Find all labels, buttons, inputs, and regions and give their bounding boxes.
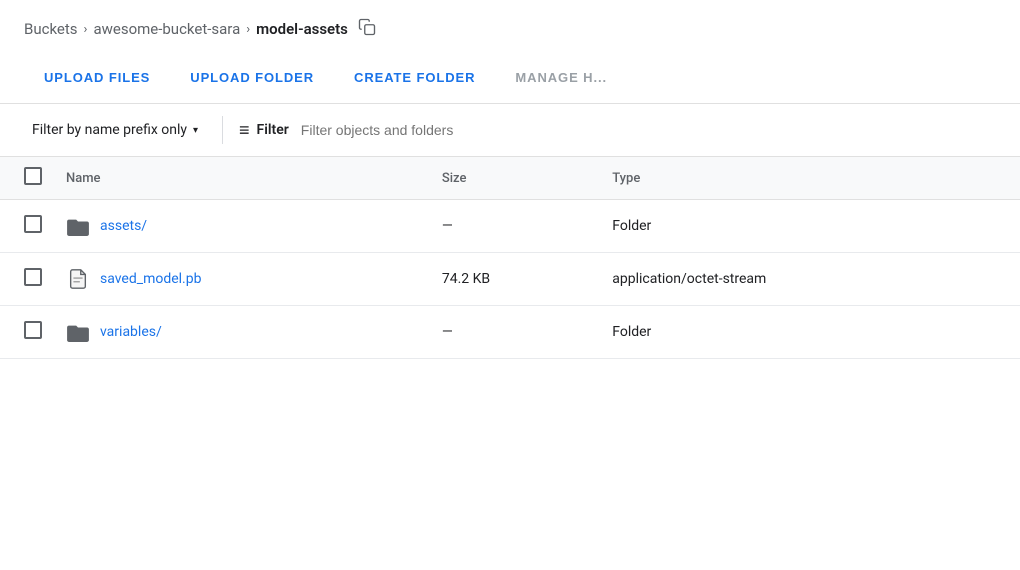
objects-table: Name Size Type assets/ —Folder saved_mode…: [0, 157, 1020, 359]
object-name-link[interactable]: assets/: [100, 218, 147, 234]
filter-dropdown[interactable]: Filter by name prefix only ▾: [24, 116, 206, 144]
upload-files-button[interactable]: UPLOAD FILES: [24, 54, 170, 104]
breadcrumb-current: model-assets: [256, 20, 348, 38]
manage-h-button[interactable]: MANAGE H...: [495, 54, 627, 104]
action-toolbar: UPLOAD FILES UPLOAD FOLDER CREATE FOLDER…: [0, 54, 1020, 104]
row-checkbox[interactable]: [24, 321, 42, 339]
breadcrumb-bucket-name[interactable]: awesome-bucket-sara: [93, 20, 240, 38]
type-cell: Folder: [600, 200, 1020, 253]
breadcrumb-buckets[interactable]: Buckets: [24, 20, 78, 38]
file-icon: [66, 267, 90, 291]
row-checkbox-cell: [0, 253, 54, 306]
folder-icon: [66, 214, 90, 238]
filter-lines-icon: ≡: [239, 120, 249, 141]
chevron-down-icon: ▾: [193, 125, 198, 136]
table-header-row: Name Size Type: [0, 157, 1020, 200]
folder-icon: [66, 320, 90, 344]
size-column-header: Size: [430, 157, 600, 200]
breadcrumb: Buckets › awesome-bucket-sara › model-as…: [0, 0, 1020, 54]
row-checkbox-cell: [0, 200, 54, 253]
row-checkbox-cell: [0, 306, 54, 359]
table-row: saved_model.pb 74.2 KBapplication/octet-s…: [0, 253, 1020, 306]
filter-input[interactable]: [301, 122, 996, 138]
breadcrumb-chevron-1: ›: [84, 22, 88, 37]
row-checkbox[interactable]: [24, 268, 42, 286]
name-cell: variables/: [54, 306, 430, 359]
filter-icon-label[interactable]: ≡ Filter: [239, 120, 289, 141]
copy-path-icon[interactable]: [358, 18, 376, 40]
type-cell: Folder: [600, 306, 1020, 359]
filter-bar: Filter by name prefix only ▾ ≡ Filter: [0, 104, 1020, 157]
row-checkbox[interactable]: [24, 215, 42, 233]
select-all-checkbox-header[interactable]: [0, 157, 54, 200]
size-cell: 74.2 KB: [430, 253, 600, 306]
size-cell: —: [430, 306, 600, 359]
name-cell: assets/: [54, 200, 430, 253]
breadcrumb-chevron-2: ›: [246, 22, 250, 37]
size-cell: —: [430, 200, 600, 253]
type-column-header: Type: [600, 157, 1020, 200]
filter-label: Filter: [257, 122, 289, 138]
object-name-link[interactable]: variables/: [100, 324, 162, 340]
name-cell: saved_model.pb: [54, 253, 430, 306]
object-name-link[interactable]: saved_model.pb: [100, 271, 201, 287]
select-all-checkbox[interactable]: [24, 167, 42, 185]
filter-divider: [222, 116, 223, 144]
table-row: assets/ —Folder: [0, 200, 1020, 253]
table-row: variables/ —Folder: [0, 306, 1020, 359]
name-column-header: Name: [54, 157, 430, 200]
filter-dropdown-label: Filter by name prefix only: [32, 122, 187, 138]
create-folder-button[interactable]: CREATE FOLDER: [334, 54, 495, 104]
type-cell: application/octet-stream: [600, 253, 1020, 306]
upload-folder-button[interactable]: UPLOAD FOLDER: [170, 54, 334, 104]
